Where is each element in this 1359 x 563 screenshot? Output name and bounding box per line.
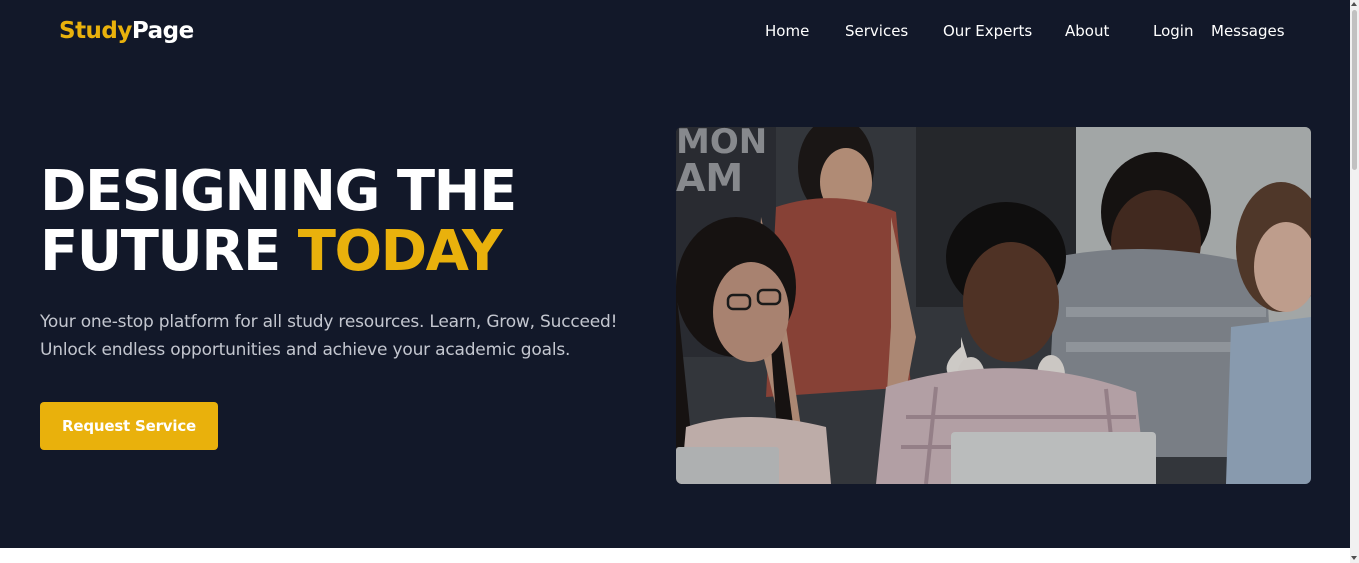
hero-photo: MON AM xyxy=(676,127,1311,484)
hero-subtitle-line-2: Unlock endless opportunities and achieve… xyxy=(40,340,571,360)
hero-subtitle-line-1: Your one-stop platform for all study res… xyxy=(40,312,618,332)
page-scrollbar[interactable] xyxy=(1350,0,1359,563)
scrollbar-thumb[interactable] xyxy=(1352,10,1357,170)
headline-accent: TODAY xyxy=(297,219,503,284)
nav-login[interactable]: Login xyxy=(1153,20,1193,42)
hero-section: StudyPage Home Services Our Experts Abou… xyxy=(0,0,1350,548)
brand-logo-page: Page xyxy=(131,18,194,44)
hero-subtitle: Your one-stop platform for all study res… xyxy=(40,308,680,364)
brand-logo[interactable]: StudyPage xyxy=(59,16,194,46)
brand-logo-study: Study xyxy=(59,18,132,44)
nav-home[interactable]: Home xyxy=(765,20,809,42)
nav-our-experts[interactable]: Our Experts xyxy=(943,20,1032,42)
scroll-down-icon[interactable] xyxy=(1351,556,1357,560)
scroll-up-icon[interactable] xyxy=(1351,2,1357,6)
nav-messages[interactable]: Messages xyxy=(1211,20,1285,42)
headline-line-2: FUTURE xyxy=(40,219,298,284)
page: StudyPage Home Services Our Experts Abou… xyxy=(0,0,1359,563)
request-service-button[interactable]: Request Service xyxy=(40,402,218,450)
headline-line-1: DESIGNING THE xyxy=(40,159,517,224)
nav-about[interactable]: About xyxy=(1065,20,1109,42)
hero-headline: DESIGNING THE FUTURE TODAY xyxy=(40,159,517,284)
nav-services[interactable]: Services xyxy=(845,20,908,42)
